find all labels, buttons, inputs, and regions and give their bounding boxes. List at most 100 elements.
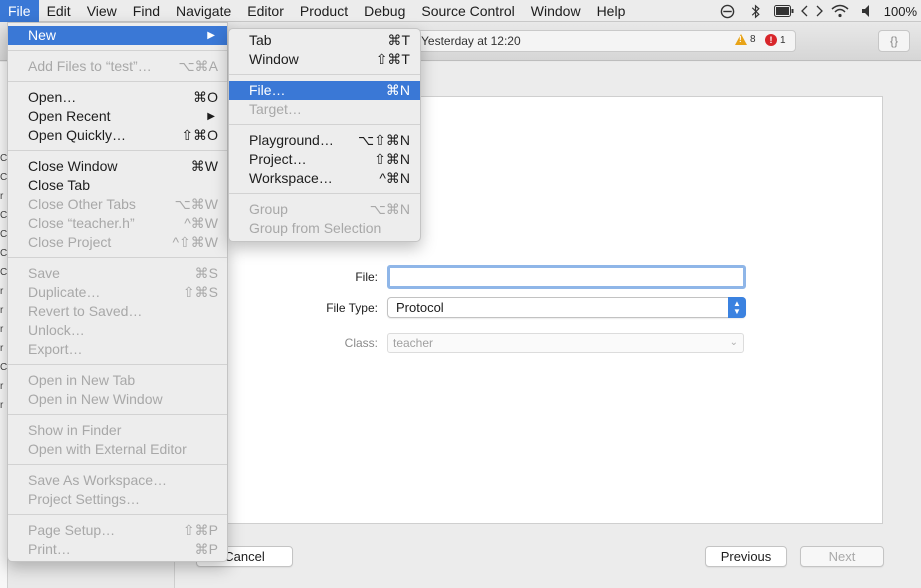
menu-item-project-settings[interactable]: Project Settings…	[8, 490, 227, 509]
menu-bar: File Edit View Find Navigate Editor Prod…	[0, 0, 921, 22]
menu-file[interactable]: File	[0, 0, 39, 22]
menu-help[interactable]: Help	[589, 0, 634, 22]
menu-item-open-recent[interactable]: Open Recent ▶	[8, 107, 227, 126]
menu-window[interactable]: Window	[523, 0, 589, 22]
menu-item-shortcut: ⌥⌘A	[178, 58, 218, 74]
menu-item-new-target[interactable]: Target…	[229, 100, 420, 119]
menu-navigate[interactable]: Navigate	[168, 0, 239, 22]
menu-item-label: Open Quickly…	[28, 127, 127, 143]
menu-item-close-project[interactable]: Close Project ^⇧⌘W	[8, 233, 227, 252]
menu-item-revert[interactable]: Revert to Saved…	[8, 302, 227, 321]
menu-item-label: Target…	[249, 101, 302, 117]
menu-item-new-playground[interactable]: Playground… ⌥⇧⌘N	[229, 131, 420, 150]
file-label: File:	[355, 270, 378, 284]
menu-item-duplicate[interactable]: Duplicate… ⇧⌘S	[8, 283, 227, 302]
error-icon: !	[765, 34, 777, 46]
wifi-icon[interactable]	[826, 0, 854, 22]
menu-item-shortcut: ^⌘W	[184, 215, 218, 231]
menu-item-add-files[interactable]: Add Files to “test”… ⌥⌘A	[8, 57, 227, 76]
warning-count: 8	[750, 34, 756, 45]
submenu-arrow-icon: ▶	[207, 111, 215, 122]
stop-circle-icon[interactable]	[714, 0, 742, 22]
menu-item-shortcut: ⌥⌘W	[174, 196, 218, 212]
next-button[interactable]: Next	[800, 546, 884, 567]
menu-item-save[interactable]: Save ⌘S	[8, 264, 227, 283]
warning-icon	[735, 34, 747, 45]
error-badge[interactable]: ! 1	[765, 34, 786, 46]
menu-item-label: Close Tab	[28, 177, 91, 193]
menu-item-label: Group	[249, 201, 288, 217]
menu-separator	[8, 464, 227, 465]
menu-separator	[229, 193, 420, 194]
menu-edit[interactable]: Edit	[39, 0, 79, 22]
menu-item-show-in-finder[interactable]: Show in Finder	[8, 421, 227, 440]
menu-item-label: Open with External Editor	[28, 441, 187, 457]
warning-badge[interactable]: 8	[735, 34, 756, 45]
menu-item-open-quickly[interactable]: Open Quickly… ⇧⌘O	[8, 126, 227, 145]
code-bracket-icon[interactable]	[798, 0, 826, 22]
menu-item-new-group[interactable]: Group ⌥⌘N	[229, 200, 420, 219]
menu-item-shortcut: ⌘O	[193, 89, 218, 105]
navigator-glyph: r	[0, 381, 4, 392]
menu-item-new[interactable]: New ▶	[8, 26, 227, 45]
menu-debug[interactable]: Debug	[356, 0, 413, 22]
menu-separator	[8, 50, 227, 51]
menu-product[interactable]: Product	[292, 0, 356, 22]
menu-item-open-new-tab[interactable]: Open in New Tab	[8, 371, 227, 390]
menu-item-label: Duplicate…	[28, 284, 101, 300]
menu-item-open-external-editor[interactable]: Open with External Editor	[8, 440, 227, 459]
menu-item-label: Workspace…	[249, 170, 333, 186]
chevron-down-icon: ⌄	[729, 337, 738, 348]
battery-icon[interactable]	[770, 0, 798, 22]
menu-item-label: Window	[249, 51, 299, 67]
menu-item-new-tab[interactable]: Tab ⌘T	[229, 31, 420, 50]
braces-icon: {}	[889, 34, 898, 48]
menu-item-save-as-workspace[interactable]: Save As Workspace…	[8, 471, 227, 490]
menu-item-open[interactable]: Open… ⌘O	[8, 88, 227, 107]
menu-item-label: Close “teacher.h”	[28, 215, 135, 231]
menu-item-open-new-window[interactable]: Open in New Window	[8, 390, 227, 409]
menu-item-close-tab[interactable]: Close Tab	[8, 176, 227, 195]
menu-item-label: Revert to Saved…	[28, 303, 143, 319]
menu-source-control[interactable]: Source Control	[413, 0, 522, 22]
menu-item-new-file[interactable]: File… ⌘N	[229, 81, 420, 100]
menu-item-shortcut: ⌘N	[385, 82, 410, 98]
file-name-input[interactable]	[387, 265, 746, 289]
menu-item-shortcut: ⌥⇧⌘N	[358, 132, 410, 148]
navigator-glyph: r	[0, 324, 4, 335]
volume-icon[interactable]	[854, 0, 882, 22]
menu-item-close-file[interactable]: Close “teacher.h” ^⌘W	[8, 214, 227, 233]
activity-viewer[interactable]: Yesterday at 12:20 8 ! 1	[412, 30, 796, 52]
menu-item-shortcut: ⇧⌘O	[181, 127, 218, 143]
code-editor-toggle-button[interactable]: {}	[878, 30, 910, 52]
menu-view[interactable]: View	[79, 0, 125, 22]
menu-item-export[interactable]: Export…	[8, 340, 227, 359]
menu-find[interactable]: Find	[125, 0, 168, 22]
bluetooth-icon[interactable]	[742, 0, 770, 22]
menu-separator	[8, 364, 227, 365]
menu-item-new-project[interactable]: Project… ⇧⌘N	[229, 150, 420, 169]
menu-item-label: Group from Selection	[249, 220, 382, 236]
file-type-value: Protocol	[396, 300, 444, 315]
menu-separator	[8, 414, 227, 415]
menu-item-label: Export…	[28, 341, 83, 357]
navigator-glyph: r	[0, 305, 4, 316]
file-menu: New ▶ Add Files to “test”… ⌥⌘A Open… ⌘O …	[7, 22, 228, 562]
menu-item-shortcut: ^⇧⌘W	[172, 234, 218, 250]
menu-item-label: File…	[249, 82, 286, 98]
menu-item-close-other-tabs[interactable]: Close Other Tabs ⌥⌘W	[8, 195, 227, 214]
menu-item-new-workspace[interactable]: Workspace… ^⌘N	[229, 169, 420, 188]
menu-item-shortcut: ⌥⌘N	[369, 201, 410, 217]
menu-item-close-window[interactable]: Close Window ⌘W	[8, 157, 227, 176]
menu-item-new-window[interactable]: Window ⇧⌘T	[229, 50, 420, 69]
menu-item-print[interactable]: Print… ⌘P	[8, 540, 227, 559]
class-select[interactable]: teacher ⌄	[387, 333, 744, 353]
menu-item-page-setup[interactable]: Page Setup… ⇧⌘P	[8, 521, 227, 540]
file-type-select[interactable]: Protocol ▲ ▼	[387, 297, 746, 318]
menu-item-unlock[interactable]: Unlock…	[8, 321, 227, 340]
previous-button[interactable]: Previous	[705, 546, 787, 567]
menu-item-shortcut: ⇧⌘T	[375, 51, 410, 67]
menu-editor[interactable]: Editor	[239, 0, 292, 22]
file-type-label: File Type:	[326, 301, 378, 315]
menu-item-group-from-selection[interactable]: Group from Selection	[229, 219, 420, 238]
